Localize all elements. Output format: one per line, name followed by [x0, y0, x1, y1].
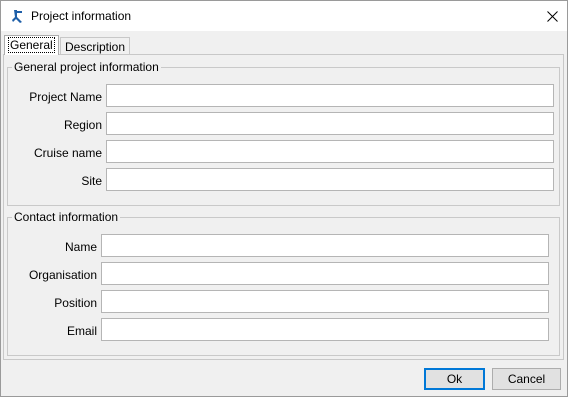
site-label: Site [81, 174, 102, 188]
cruise-name-label-cell: Cruise name [8, 141, 102, 165]
position-input[interactable] [101, 290, 549, 313]
tab-description-label: Description [65, 40, 126, 54]
group-legend: Contact information [12, 210, 121, 224]
organisation-label-cell: Organisation [8, 263, 97, 287]
project-information-dialog: Project information General Description … [0, 0, 568, 397]
cruise-name-label: Cruise name [33, 146, 102, 160]
tab-description[interactable]: Description [60, 37, 130, 55]
contact-information-group: Contact information Name Organisation Po… [7, 210, 560, 356]
email-label: Email [66, 324, 97, 338]
region-label-cell: Region [8, 113, 102, 137]
email-label-cell: Email [8, 319, 97, 343]
name-label-cell: Name [8, 235, 97, 259]
site-input[interactable] [106, 168, 554, 191]
email-input[interactable] [101, 318, 549, 341]
organisation-input[interactable] [101, 262, 549, 285]
close-button[interactable] [537, 1, 567, 31]
group-legend: General project information [12, 60, 161, 74]
project-name-label: Project Name [29, 90, 102, 104]
name-input[interactable] [101, 234, 549, 257]
region-label: Region [63, 118, 102, 132]
close-icon [546, 10, 558, 22]
site-label-cell: Site [8, 169, 102, 193]
project-name-label-cell: Project Name [8, 85, 102, 109]
general-tab-panel: General project information Project Name… [3, 54, 564, 360]
ok-button[interactable]: Ok [424, 368, 485, 390]
app-logo-icon [12, 10, 22, 23]
cruise-name-input[interactable] [106, 140, 554, 163]
title-bar[interactable]: Project information [1, 1, 567, 31]
window-title: Project information [31, 9, 132, 23]
tab-general-label: General [8, 37, 55, 53]
project-name-input[interactable] [106, 84, 554, 107]
name-label: Name [64, 240, 97, 254]
position-label-cell: Position [8, 291, 97, 315]
general-project-information-group: General project information Project Name… [7, 60, 560, 206]
region-input[interactable] [106, 112, 554, 135]
cancel-button[interactable]: Cancel [492, 368, 561, 390]
organisation-label: Organisation [28, 268, 97, 282]
tab-general[interactable]: General [4, 35, 59, 55]
position-label: Position [54, 296, 97, 310]
